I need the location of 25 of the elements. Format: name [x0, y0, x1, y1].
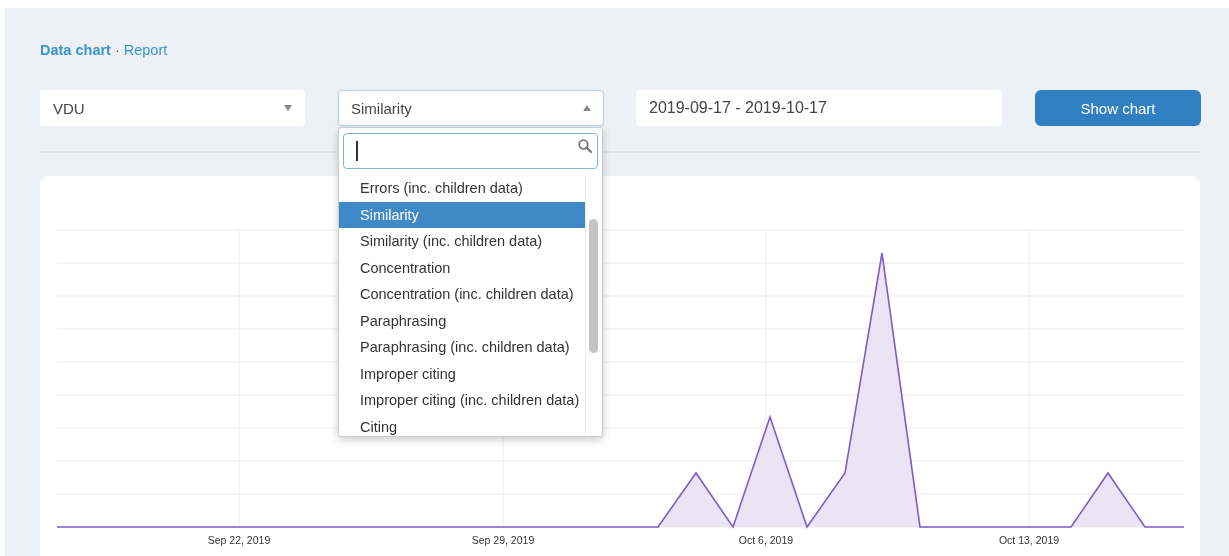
- source-select[interactable]: VDU: [40, 90, 305, 126]
- metric-select[interactable]: Similarity: [338, 90, 604, 126]
- date-range-field[interactable]: 2019-09-17 - 2019-10-17: [636, 90, 1002, 126]
- dropdown-option[interactable]: Improper citing (inc. children data): [339, 387, 585, 414]
- dropdown-option[interactable]: Concentration (inc. children data): [339, 281, 585, 308]
- dropdown-option[interactable]: Citing: [339, 413, 585, 436]
- dropdown-option[interactable]: Similarity: [339, 201, 585, 228]
- dropdown-option[interactable]: Concentration: [339, 254, 585, 281]
- search-field[interactable]: [343, 133, 598, 169]
- scrollbar-thumb[interactable]: [589, 219, 598, 353]
- axis-label: Oct 13, 2019: [998, 534, 1060, 546]
- dropdown-option[interactable]: Paraphrasing (inc. children data): [339, 334, 585, 361]
- show-chart-button[interactable]: Show chart: [1035, 90, 1201, 126]
- text-cursor: [356, 141, 358, 161]
- dropdown-option[interactable]: Errors (inc. children data): [339, 175, 585, 202]
- dropdown-option[interactable]: Paraphrasing: [339, 307, 585, 334]
- axis-label: Sep 29, 2019: [471, 534, 535, 546]
- breadcrumb-separator: ·: [114, 42, 120, 58]
- axis-label: Sep 22, 2019: [207, 534, 271, 546]
- dropdown-option[interactable]: Improper citing: [339, 360, 585, 387]
- axis-label: Oct 6, 2019: [738, 534, 794, 546]
- dropdown-option[interactable]: Similarity (inc. children data): [339, 228, 585, 255]
- caret-icon: [284, 105, 292, 111]
- caret-icon: [583, 105, 591, 111]
- search-icon: [578, 139, 592, 153]
